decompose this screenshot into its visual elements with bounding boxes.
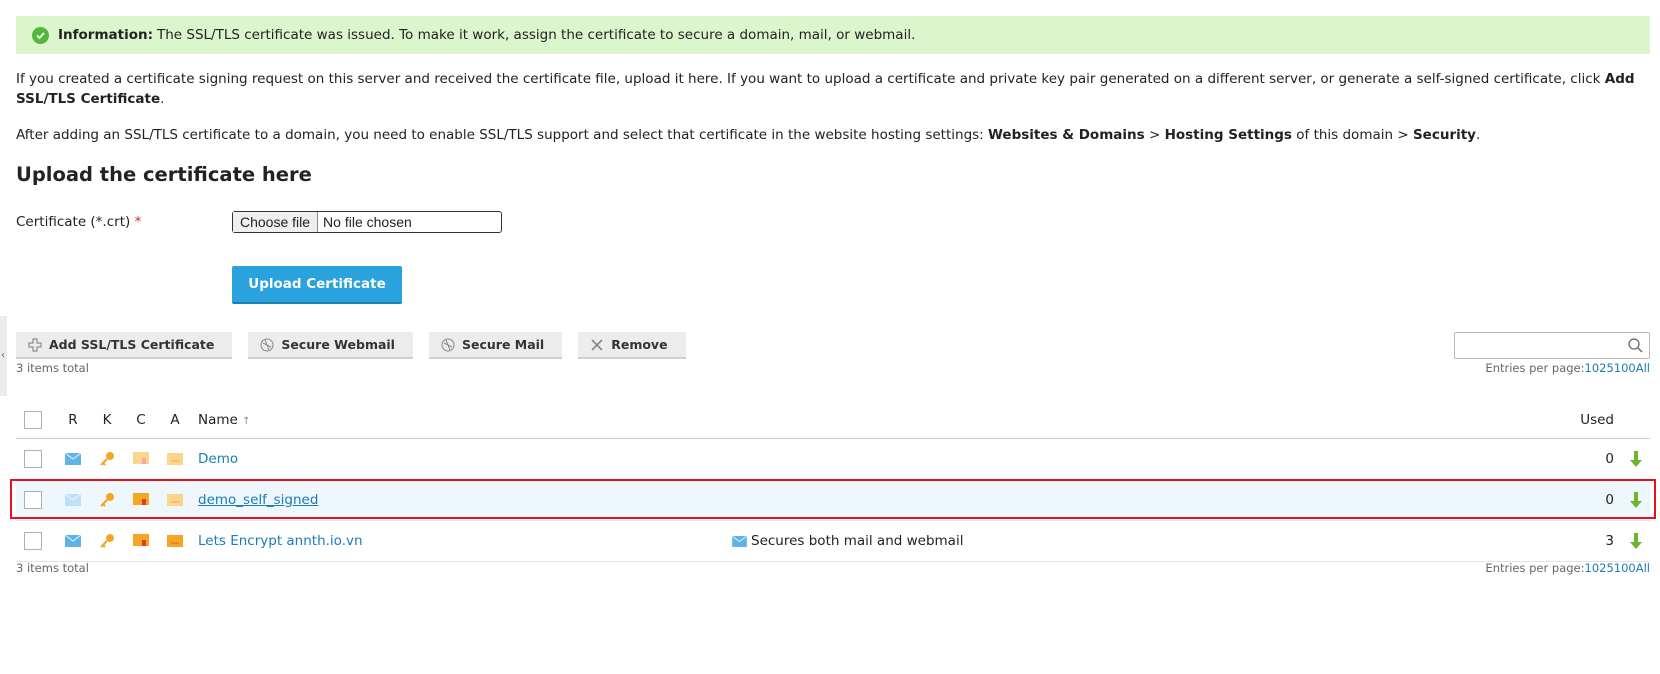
upload-description: If you created a certificate signing req… [16,71,1635,107]
items-total: 3 items total [16,561,89,575]
upload-title: Upload the certificate here [16,163,312,186]
check-circle-icon [32,26,49,44]
certificate-link[interactable]: Demo [198,451,238,467]
side-tab-arrow-icon: ‹ [1,350,5,361]
ca-certificate-icon [167,535,183,547]
row-checkbox[interactable] [24,491,42,509]
table-header: R K C A Name ↑ Used [16,402,1650,439]
pagination: Entries per page:1025100All [1485,361,1650,375]
header-name[interactable]: Name ↑ [192,412,768,428]
shield-icon [441,338,455,352]
certificate-icon [133,493,149,505]
ca-certificate-icon [167,494,183,506]
remove-button[interactable]: Remove [578,332,686,359]
table-row-selected: demo_self_signed 0 [10,479,1656,521]
page-size-all[interactable]: All [1636,361,1650,375]
upload-certificate-button[interactable]: Upload Certificate [232,266,402,304]
header-c[interactable]: C [124,412,158,428]
row-checkbox[interactable] [24,450,42,468]
download-icon[interactable] [1629,533,1643,549]
mail-icon [65,494,81,506]
table-row: Demo 0 [16,439,1650,480]
table-row: Lets Encrypt annth.io.vn Secures both ma… [16,521,1650,562]
items-total: 3 items total [16,361,89,375]
side-collapse-tab[interactable]: ‹ [0,316,7,396]
secure-webmail-button[interactable]: Secure Webmail [248,332,413,359]
info-label: Information: [58,27,153,43]
page-size-25[interactable]: 25 [1599,361,1614,375]
table-summary-top: 3 items total Entries per page:1025100Al… [16,361,1650,375]
mail-icon [732,535,747,547]
page-size-25[interactable]: 25 [1599,561,1614,575]
certificates-table: R K C A Name ↑ Used Demo 0 demo_self_sig… [10,402,1656,562]
header-used[interactable]: Used [1554,412,1622,428]
header-k[interactable]: K [90,412,124,428]
shield-icon [260,338,274,352]
search-input[interactable] [1454,332,1650,359]
remove-icon [590,338,604,352]
page-size-100[interactable]: 100 [1614,361,1636,375]
toolbar: Add SSL/TLS Certificate Secure Webmail S… [16,332,686,359]
ca-certificate-icon [167,453,183,465]
key-icon [100,493,114,507]
select-all-checkbox[interactable] [24,411,42,429]
page-size-10[interactable]: 10 [1585,561,1600,575]
mail-icon [65,453,81,465]
page-size-100[interactable]: 100 [1614,561,1636,575]
certificate-link[interactable]: Lets Encrypt annth.io.vn [198,533,363,549]
security-info: Secures both mail and webmail [732,533,1554,549]
hosting-description: After adding an SSL/TLS certificate to a… [16,127,1481,143]
secure-mail-button[interactable]: Secure Mail [428,332,563,359]
used-count: 0 [1605,492,1614,508]
row-checkbox[interactable] [24,532,42,550]
page-size-10[interactable]: 10 [1585,361,1600,375]
main-content: Information: The SSL/TLS certificate was… [10,16,1656,575]
add-certificate-button[interactable]: Add SSL/TLS Certificate [16,332,233,359]
certificate-file-input[interactable]: Choose file No file chosen [232,211,502,233]
info-text: The SSL/TLS certificate was issued. To m… [156,27,916,43]
page-size-all[interactable]: All [1636,561,1650,575]
pagination: Entries per page:1025100All [1485,561,1650,575]
header-a[interactable]: A [158,412,192,428]
certificate-field-row: Certificate (*.crt) * Choose file No fil… [16,210,1650,234]
certificate-field-label: Certificate (*.crt) * [16,214,142,230]
file-status: No file chosen [323,214,412,230]
choose-file-button[interactable]: Choose file [233,212,319,232]
certificate-link[interactable]: demo_self_signed [198,492,318,508]
table-summary-bottom: 3 items total Entries per page:1025100Al… [16,561,1650,575]
mail-icon [65,535,81,547]
plus-icon [28,338,42,352]
certificate-icon [133,534,149,546]
used-count: 0 [1605,451,1614,467]
sort-arrow-icon: ↑ [242,416,251,427]
key-icon [100,534,114,548]
header-r[interactable]: R [56,412,90,428]
key-icon [100,452,114,466]
used-count: 3 [1605,533,1614,549]
download-icon[interactable] [1629,451,1643,467]
search-icon [1628,338,1643,357]
info-message: Information: The SSL/TLS certificate was… [16,16,1650,54]
certificate-icon [133,452,149,464]
download-icon[interactable] [1629,492,1643,508]
